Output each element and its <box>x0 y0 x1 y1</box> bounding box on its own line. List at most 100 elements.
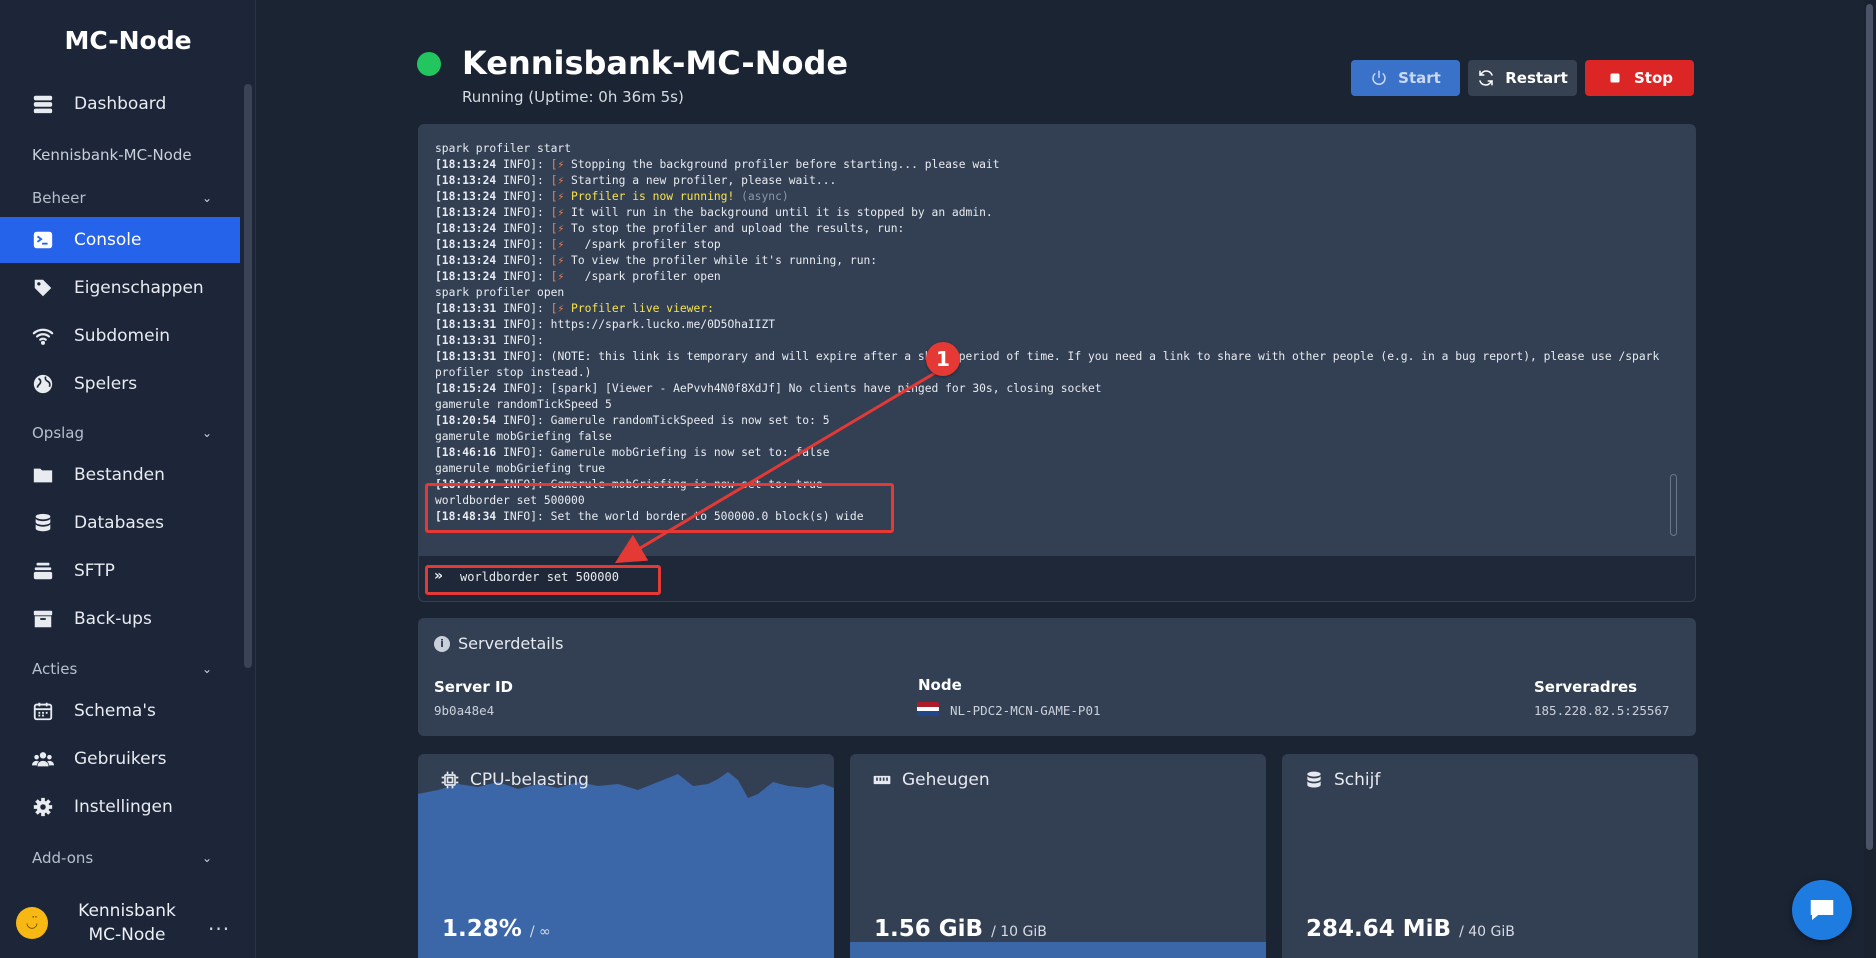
console-line-bolt: [⚡ <box>550 254 572 267</box>
memory-limit: / 10 GiB <box>991 924 1047 940</box>
section-addons[interactable]: Add-ons ⌄ <box>32 849 212 867</box>
tag-icon <box>32 277 54 299</box>
power-icon <box>1372 70 1386 85</box>
brand-logo[interactable]: MC-Node <box>0 26 256 55</box>
section-beheer[interactable]: Beheer ⌄ <box>32 189 212 207</box>
console-line-rest: INFO]: <box>496 158 551 171</box>
node-value: NL-PDC2-MCN-GAME-P01 <box>950 703 1101 718</box>
page-scrollbar[interactable] <box>1864 0 1876 958</box>
section-label: Acties <box>32 660 78 678</box>
console-scrollbar[interactable] <box>1670 474 1677 536</box>
console-line-ts: [18:13:24 <box>435 206 497 219</box>
disk-title: Schijf <box>1304 770 1380 790</box>
console-line-ts: [18:13:31 <box>435 318 497 331</box>
sidebar-item-subdomein[interactable]: Subdomein <box>0 313 240 359</box>
console-line-bolt: [⚡ <box>550 206 572 219</box>
highlight-box-output <box>425 483 894 533</box>
console-line-ts: [18:13:24 <box>435 190 497 203</box>
sidebar-item-instellingen[interactable]: Instellingen <box>0 784 240 830</box>
console-line: [18:13:24 INFO]: [⚡ Profiler is now runn… <box>435 189 1675 205</box>
cpu-limit: / ∞ <box>529 924 551 940</box>
sidebar-item-bestanden[interactable]: Bestanden <box>0 452 240 498</box>
sidebar-item-eigenschappen[interactable]: Eigenschappen <box>0 265 240 311</box>
more-options-icon[interactable]: ... <box>208 911 230 935</box>
console-line-msg: Stopping the background profiler before … <box>571 158 1000 171</box>
archive-icon <box>32 608 54 630</box>
console-line: [18:15:24 INFO]: [spark] [Viewer - AePvv… <box>435 381 1675 397</box>
user-name: Kennisbank MC-Node <box>78 901 176 945</box>
cpu-value: 1.28% / ∞ <box>442 916 551 942</box>
sidebar-item-gebruikers[interactable]: Gebruikers <box>0 736 240 782</box>
page-scrollbar-thumb[interactable] <box>1866 4 1873 850</box>
sidebar-item-sftp[interactable]: SFTP <box>0 548 240 594</box>
start-label: Start <box>1398 69 1441 87</box>
folder-icon <box>32 464 54 486</box>
console-line-rest: INFO]: <box>496 414 551 427</box>
netherlands-flag-icon <box>917 702 939 716</box>
stop-button[interactable]: Stop <box>1585 60 1694 96</box>
console-line-msg: It will run in the background until it i… <box>571 206 993 219</box>
globe-icon <box>32 373 54 395</box>
chevron-down-icon: ⌄ <box>201 191 212 205</box>
section-label: Add-ons <box>32 849 94 867</box>
console-line: [18:13:31 INFO]: [⚡ Profiler live viewer… <box>435 301 1675 317</box>
console-line-ts: [18:13:24 <box>435 222 497 235</box>
restart-label: Restart <box>1505 69 1568 87</box>
stop-label: Stop <box>1633 69 1674 87</box>
disk-title-text: Schijf <box>1334 770 1381 790</box>
chat-button[interactable] <box>1792 880 1852 940</box>
console-line-bolt: [⚡ <box>550 270 572 283</box>
sidebar-item-label: Eigenschappen <box>74 278 204 298</box>
sidebar-item-databases[interactable]: Databases <box>0 500 240 546</box>
sidebar-item-console[interactable]: Console <box>0 217 240 263</box>
console-line-yel: Profiler is now running! <box>571 190 735 203</box>
console-line: [18:13:24 INFO]: [⚡ To view the profiler… <box>435 253 1675 269</box>
sidebar-item-backups[interactable]: Back-ups <box>0 596 240 642</box>
node-label: Node <box>918 676 962 694</box>
section-acties[interactable]: Acties ⌄ <box>32 660 212 678</box>
console-line: [18:20:54 INFO]: Gamerule randomTickSpee… <box>435 413 1675 429</box>
sidebar-item-label: Schema's <box>74 701 156 721</box>
cpu-title: CPU-belasting <box>440 770 589 790</box>
sidebar-item-schemas[interactable]: Schema's <box>0 688 240 734</box>
section-opslag[interactable]: Opslag ⌄ <box>32 424 212 442</box>
memory-title: Geheugen <box>872 770 990 790</box>
console-line-yel: Profiler live viewer: <box>571 302 714 315</box>
stop-square-icon <box>1610 73 1620 83</box>
database-icon <box>32 512 54 534</box>
console-line-msg: https://spark.lucko.me/0D5OhaIIZT <box>550 318 776 331</box>
sidebar-item-dashboard[interactable]: Dashboard <box>0 81 240 127</box>
console-line-rest: INFO]: <box>496 190 551 203</box>
sidebar-scrollbar[interactable] <box>244 84 252 668</box>
highlight-box-input <box>425 565 661 595</box>
user-menu[interactable]: ◡̈ Kennisbank MC-Node ... <box>16 898 246 948</box>
sidebar-item-label: Databases <box>74 513 164 533</box>
console-line: [18:13:31 INFO]: <box>435 333 1675 349</box>
gear-icon <box>32 796 54 818</box>
console-line-ts: [18:20:54 <box>435 414 497 427</box>
console-line: [18:13:24 INFO]: [⚡ /spark profiler open <box>435 269 1675 285</box>
console-line-msg: Gamerule mobGriefing is now set to: fals… <box>550 446 830 459</box>
console-line-rest: INFO]: <box>496 206 551 219</box>
users-icon <box>32 748 54 770</box>
server-status-text: Running (Uptime: 0h 36m 5s) <box>462 88 684 106</box>
console-line-text: gamerule mobGriefing false <box>435 430 612 443</box>
sidebar-item-label: Instellingen <box>74 797 173 817</box>
console-line-msg: To view the profiler while it's running,… <box>571 254 878 267</box>
sidebar: MC-Node Dashboard Kennisbank-MC-Node Beh… <box>0 0 256 958</box>
console-line-ts: [18:13:31 <box>435 302 497 315</box>
start-button[interactable]: Start <box>1351 60 1460 96</box>
restart-button[interactable]: Restart <box>1468 60 1577 96</box>
server-stack-icon <box>32 93 54 115</box>
console-line-rest: INFO]: <box>496 446 551 459</box>
console-line-ts: [18:46:16 <box>435 446 497 459</box>
console-line-msg: [spark] [Viewer - AePvvh4N0f8XdJf] No cl… <box>550 382 1102 395</box>
console-line-bolt: [⚡ <box>550 302 572 315</box>
sidebar-item-label: Bestanden <box>74 465 165 485</box>
address-value: 185.228.82.5:25567 <box>1534 703 1670 718</box>
sidebar-item-spelers[interactable]: Spelers <box>0 361 240 407</box>
cpu-title-text: CPU-belasting <box>470 770 589 790</box>
sidebar-item-label: Dashboard <box>74 94 167 114</box>
console-line: [18:13:24 INFO]: [⚡ To stop the profiler… <box>435 221 1675 237</box>
console-line-rest: INFO]: <box>496 270 551 283</box>
